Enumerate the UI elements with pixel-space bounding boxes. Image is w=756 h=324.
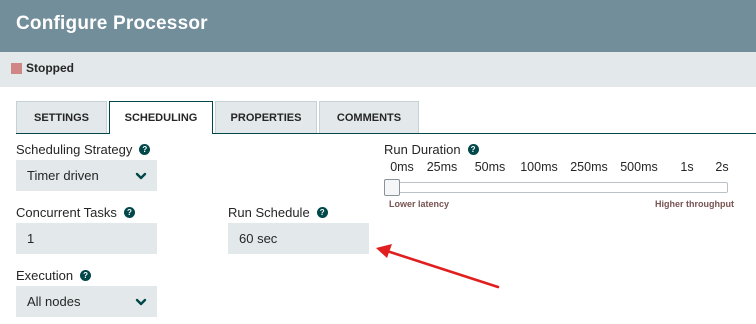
dialog-header: Configure Processor (0, 0, 756, 52)
lower-latency-caption: Lower latency (389, 199, 450, 209)
concurrent-tasks-input[interactable]: 1 (16, 223, 157, 254)
concurrent-tasks-label: Concurrent Tasks ? (16, 205, 135, 220)
run-duration-tick: 500ms (620, 160, 658, 174)
run-duration-tick: 25ms (426, 160, 458, 174)
higher-throughput-caption: Higher throughput (655, 199, 734, 209)
question-icon[interactable]: ? (139, 144, 151, 155)
scheduling-strategy-value: Timer driven (27, 168, 99, 183)
run-duration-tick: 2s (715, 160, 729, 174)
dialog-title: Configure Processor (16, 13, 208, 34)
active-tab-gap (110, 133, 212, 134)
scheduling-strategy-label: Scheduling Strategy ? (16, 142, 151, 157)
run-schedule-label: Run Schedule ? (228, 205, 328, 220)
concurrent-tasks-label-text: Concurrent Tasks (16, 205, 117, 220)
run-duration-tick: 1s (680, 160, 694, 174)
run-schedule-input[interactable]: 60 sec (228, 223, 369, 254)
run-schedule-label-text: Run Schedule (228, 205, 310, 220)
tab-scheduling[interactable]: SCHEDULING (109, 101, 213, 134)
run-duration-label-text: Run Duration (384, 142, 461, 157)
scheduling-strategy-label-text: Scheduling Strategy (16, 142, 133, 157)
run-duration-slider-track[interactable] (384, 182, 728, 193)
execution-value: All nodes (27, 294, 81, 309)
run-duration-tick: 100ms (520, 160, 558, 174)
question-icon[interactable]: ? (80, 270, 92, 281)
tab-comments[interactable]: COMMENTS (319, 101, 419, 133)
tab-properties[interactable]: PROPERTIES (215, 101, 317, 133)
run-duration-tick: 250ms (570, 160, 608, 174)
run-schedule-value: 60 sec (239, 231, 278, 246)
run-duration-tick: 50ms (474, 160, 506, 174)
stopped-status-icon (11, 63, 22, 74)
run-duration-tick: 0ms (390, 160, 414, 174)
run-duration-label: Run Duration ? (384, 142, 479, 157)
question-icon[interactable]: ? (123, 207, 135, 218)
chevron-down-icon (135, 298, 147, 305)
run-duration-slider-handle[interactable] (384, 179, 400, 196)
execution-label-text: Execution (16, 268, 74, 283)
concurrent-tasks-value: 1 (27, 231, 35, 246)
tab-settings[interactable]: SETTINGS (16, 101, 107, 133)
execution-select[interactable]: All nodes (16, 286, 157, 317)
execution-label: Execution ? (16, 268, 92, 283)
status-text: Stopped (26, 61, 74, 75)
chevron-down-icon (135, 172, 147, 179)
status-bar (0, 52, 756, 87)
scheduling-strategy-select[interactable]: Timer driven (16, 160, 157, 191)
question-icon[interactable]: ? (316, 207, 328, 218)
question-icon[interactable]: ? (467, 144, 479, 155)
